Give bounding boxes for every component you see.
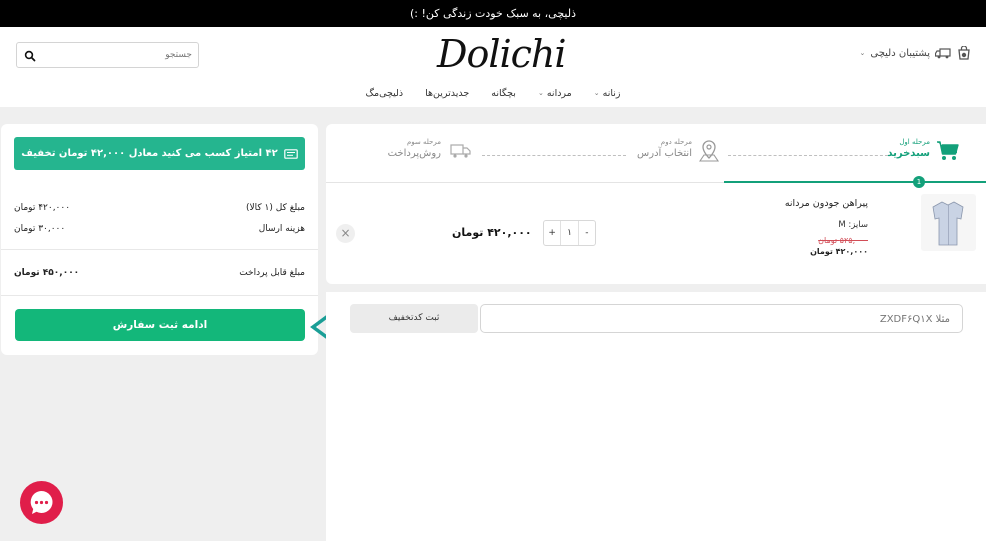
chevron-down-icon: ⌄: [859, 49, 866, 57]
shirt-icon: [932, 201, 964, 246]
increase-button[interactable]: +: [544, 221, 560, 245]
line-price: ۴۲۰,۰۰۰ تومان: [452, 226, 532, 239]
step-connector: [482, 155, 626, 156]
nav-item-women[interactable]: زنانه ⌄: [594, 85, 621, 101]
step-address: مرحله دوم انتخاب آدرس: [637, 138, 692, 159]
decrease-button[interactable]: -: [579, 221, 595, 245]
step-number: مرحله سوم: [406, 138, 441, 146]
payable-row: ۴۵۰,۰۰۰ تومان مبلغ قابل پرداخت: [14, 268, 305, 278]
step-progress-fill: [724, 181, 986, 183]
product-name[interactable]: پیراهن جودون مردانه: [785, 198, 868, 209]
nav-item-label: بچگانه: [491, 87, 516, 99]
nav-item-mag[interactable]: ذلیچی‌مگ: [366, 85, 404, 101]
chat-bubble-icon: [30, 491, 53, 514]
chevron-down-icon: ⌄: [537, 89, 544, 97]
continue-order-button[interactable]: ادامه ثبت سفارش: [15, 309, 305, 341]
discount-input[interactable]: [510, 311, 950, 327]
discount-section: ثبت کدتخفیف: [326, 292, 986, 541]
main-nav: زنانه ⌄ مردانه ⌄ بچگانه جدیدترین‌ها ذلیچ…: [0, 85, 986, 101]
divider: [1, 249, 318, 250]
nav-item-label: زنانه: [602, 87, 621, 99]
site-header: Dolichi پشتیبان دلیچی ⌄ زنانه ⌄ مردانه ⌄…: [0, 27, 986, 107]
shipping-row: ۳۰,۰۰۰ تومان هزینه ارسال: [14, 224, 305, 234]
quantity-stepper[interactable]: + ۱ -: [543, 220, 596, 246]
truck-icon: [450, 144, 471, 158]
step-indicator: 1: [913, 176, 925, 188]
total-value: ۴۲۰,۰۰۰ تومان: [14, 203, 71, 213]
payable-value: ۴۵۰,۰۰۰ تومان: [14, 268, 80, 278]
cart-panel: مرحله اول سبدخرید مرحله دوم انتخاب آدرس …: [326, 124, 986, 284]
cart-icon: [937, 141, 959, 160]
step-connector: [728, 155, 888, 156]
map-pin-icon: [698, 140, 720, 162]
nav-item-label: مردانه: [546, 87, 572, 99]
step-title: روش‌پرداخت: [387, 148, 441, 159]
step-payment: مرحله سوم روش‌پرداخت: [388, 138, 441, 159]
product-new-price: ۴۲۰,۰۰۰ تومان: [810, 247, 868, 256]
order-summary: ۴۲ امتیاز کسب می کنید معادل ۴۲,۰۰۰ تومان…: [1, 124, 318, 355]
shipping-value: ۳۰,۰۰۰ تومان: [14, 224, 66, 234]
step-number: مرحله اول: [899, 138, 930, 146]
chevron-down-icon: ⌄: [593, 89, 600, 97]
payable-label: مبلغ قابل پرداخت: [239, 268, 305, 278]
announcement-bar: ذلیچی، به سبک خودت زندگی کن! :): [0, 0, 986, 27]
product-old-price: ۵۲۵,۰۰۰ تومان: [818, 236, 868, 245]
step-title: انتخاب آدرس: [637, 148, 692, 159]
search-icon[interactable]: [24, 50, 36, 62]
support-label: پشتیبان دلیچی: [870, 47, 930, 59]
bag-icon[interactable]: [956, 46, 972, 60]
step-cart: مرحله اول سبدخرید: [887, 138, 930, 159]
truck-icon: [935, 48, 951, 59]
remove-item-button[interactable]: ×: [336, 224, 355, 243]
points-banner: ۴۲ امتیاز کسب می کنید معادل ۴۲,۰۰۰ تومان…: [14, 137, 305, 170]
nav-item-label: جدیدترین‌ها: [425, 87, 470, 99]
points-text: ۴۲ امتیاز کسب می کنید معادل ۴۲,۰۰۰ تومان…: [21, 148, 278, 159]
product-image[interactable]: [921, 194, 976, 251]
ticket-icon: [283, 148, 298, 159]
chat-button[interactable]: [20, 481, 63, 524]
total-label: مبلغ کل (۱ کالا): [245, 203, 305, 213]
search-input[interactable]: [42, 47, 192, 63]
nav-item-newest[interactable]: جدیدترین‌ها: [425, 85, 469, 101]
nav-item-kids[interactable]: بچگانه: [491, 85, 516, 101]
apply-discount-button[interactable]: ثبت کدتخفیف: [350, 304, 478, 333]
step-number: مرحله دوم: [660, 138, 692, 146]
discount-field[interactable]: [480, 304, 963, 333]
nav-item-label: ذلیچی‌مگ: [365, 87, 404, 99]
total-row: ۴۲۰,۰۰۰ تومان مبلغ کل (۱ کالا): [14, 203, 305, 213]
divider: [1, 295, 318, 296]
nav-item-men[interactable]: مردانه ⌄: [538, 85, 572, 101]
product-size: سایز: M: [838, 220, 868, 230]
search-box[interactable]: [16, 42, 199, 68]
shipping-label: هزینه ارسال: [258, 224, 305, 234]
site-logo[interactable]: Dolichi: [437, 31, 567, 77]
quantity-value: ۱: [560, 221, 579, 245]
support-menu[interactable]: پشتیبان دلیچی ⌄: [859, 45, 972, 61]
step-title: سبدخرید: [887, 148, 930, 159]
